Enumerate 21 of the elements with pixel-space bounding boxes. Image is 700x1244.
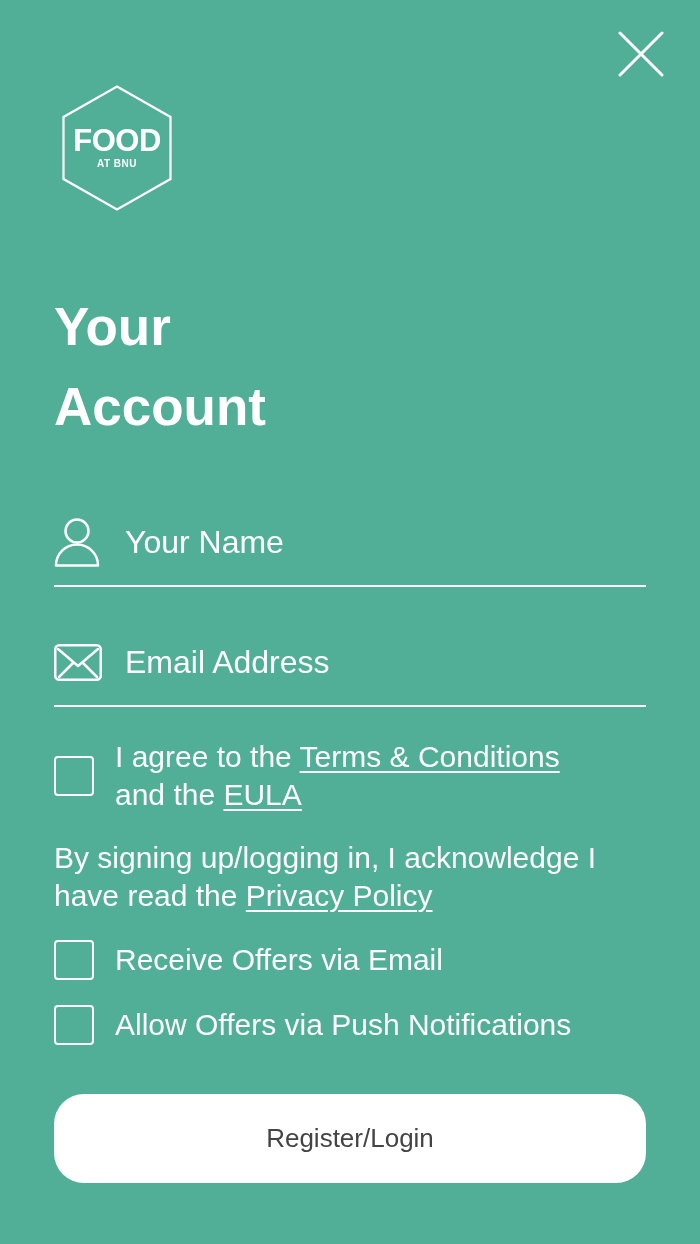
checkbox-label: I agree to the Terms & Conditions and the EULA bbox=[115, 739, 561, 813]
logo-title: FOOD bbox=[73, 126, 161, 155]
text-link[interactable]: Terms & Conditions bbox=[299, 740, 560, 773]
name-input[interactable]: Your Name bbox=[125, 523, 646, 561]
register-login-button[interactable]: Register/Login bbox=[54, 1094, 646, 1183]
logo-subtitle: AT BNU bbox=[97, 157, 137, 170]
checkbox[interactable] bbox=[54, 940, 94, 980]
checkbox[interactable] bbox=[54, 1005, 94, 1045]
checkbox-label: Allow Offers via Push Notifications bbox=[115, 1007, 572, 1043]
hexagon-outline-icon bbox=[62, 85, 172, 211]
text-link[interactable]: EULA bbox=[223, 778, 302, 811]
mail-icon bbox=[54, 643, 102, 681]
page-title: Your Account bbox=[54, 296, 266, 438]
text-link[interactable]: Privacy Policy bbox=[245, 879, 433, 912]
notice-text: By signing up/logging in, I acknowledge I have read the Privacy Policy bbox=[54, 840, 598, 914]
checkbox[interactable] bbox=[54, 756, 94, 796]
person-icon bbox=[54, 517, 100, 567]
checkbox-label: Receive Offers via Email bbox=[115, 942, 443, 978]
close-icon bbox=[618, 31, 664, 77]
close-button[interactable] bbox=[618, 31, 664, 77]
email-input[interactable]: Email Address bbox=[125, 643, 646, 681]
